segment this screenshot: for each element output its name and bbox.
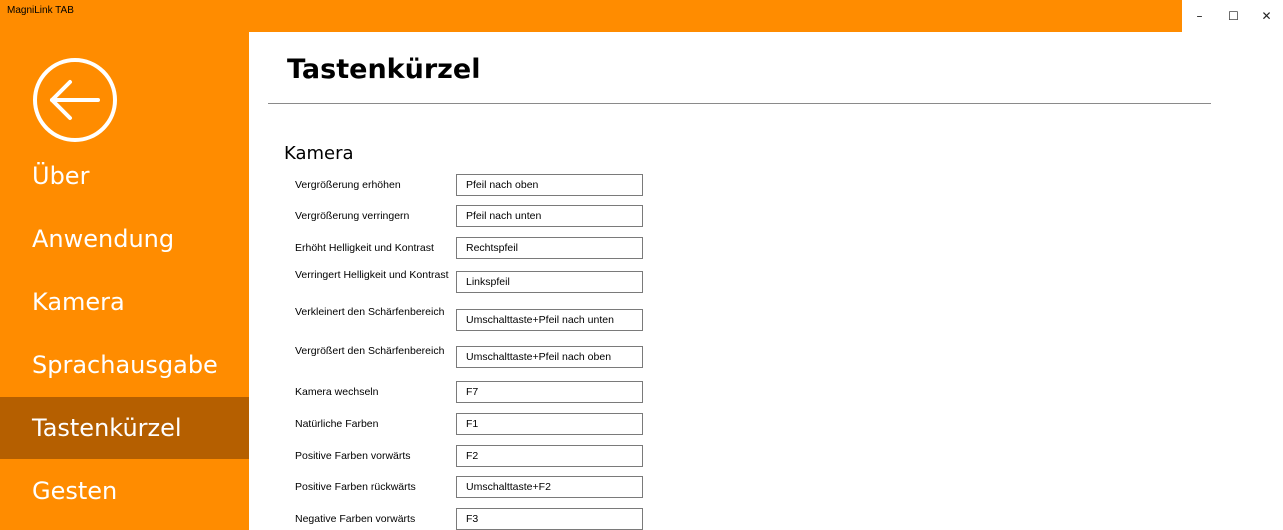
sidebar-item-label: Anwendung: [32, 225, 175, 253]
close-button[interactable]: ✕: [1250, 0, 1283, 32]
shortcut-label: Vergrößerung verringern: [295, 210, 410, 222]
shortcut-field[interactable]: [456, 174, 643, 196]
shortcut-label: Verkleinert den Schärfenbereich: [295, 306, 445, 318]
sidebar-item-tastenkuerzel[interactable]: Tastenkürzel: [0, 397, 249, 459]
sidebar-item-anwendung[interactable]: Anwendung: [0, 208, 249, 270]
app-title: MagniLink TAB: [7, 5, 74, 16]
maximize-button[interactable]: ☐: [1217, 0, 1250, 32]
shortcut-field[interactable]: [456, 508, 643, 530]
shortcut-field[interactable]: [456, 346, 643, 368]
sidebar-item-kamera[interactable]: Kamera: [0, 271, 249, 333]
main-content: Tastenkürzel Kamera Vergrößerung erhöhen…: [249, 32, 1283, 530]
sidebar-item-label: Sprachausgabe: [32, 351, 218, 379]
title-bar: MagniLink TAB – ☐ ✕: [0, 0, 1283, 32]
shortcut-label: Erhöht Helligkeit und Kontrast: [295, 242, 434, 254]
shortcut-label: Vergrößert den Schärfenbereich: [295, 345, 445, 357]
shortcut-field[interactable]: [456, 413, 643, 435]
shortcut-field[interactable]: [456, 205, 643, 227]
shortcut-label: Natürliche Farben: [295, 418, 379, 430]
shortcut-label: Positive Farben rückwärts: [295, 481, 416, 493]
shortcut-field[interactable]: [456, 309, 643, 331]
sidebar: Über Anwendung Kamera Sprachausgabe Tast…: [0, 32, 249, 530]
shortcut-label: Verringert Helligkeit und Kontrast: [295, 269, 449, 281]
sidebar-item-ueber[interactable]: Über: [0, 145, 249, 207]
back-button[interactable]: [32, 57, 118, 143]
sidebar-item-label: Gesten: [32, 477, 118, 505]
sidebar-item-sprachausgabe[interactable]: Sprachausgabe: [0, 334, 249, 396]
section-title: Kamera: [284, 143, 354, 164]
sidebar-item-gesten[interactable]: Gesten: [0, 460, 249, 522]
title-bar-accent: [0, 0, 1182, 32]
shortcut-label: Negative Farben vorwärts: [295, 513, 416, 525]
shortcut-field[interactable]: [456, 381, 643, 403]
shortcut-label: Kamera wechseln: [295, 386, 379, 398]
back-arrow-icon: [33, 58, 117, 142]
shortcut-label: Vergrößerung erhöhen: [295, 179, 401, 191]
sidebar-item-label: Tastenkürzel: [32, 414, 182, 442]
page-title: Tastenkürzel: [287, 54, 481, 85]
title-divider: [268, 103, 1211, 104]
shortcut-field[interactable]: [456, 445, 643, 467]
minimize-button[interactable]: –: [1183, 0, 1216, 32]
sidebar-item-label: Über: [32, 162, 90, 190]
shortcut-field[interactable]: [456, 271, 643, 293]
shortcut-label: Positive Farben vorwärts: [295, 450, 411, 462]
shortcut-field[interactable]: [456, 476, 643, 498]
sidebar-item-label: Kamera: [32, 288, 125, 316]
shortcut-field[interactable]: [456, 237, 643, 259]
